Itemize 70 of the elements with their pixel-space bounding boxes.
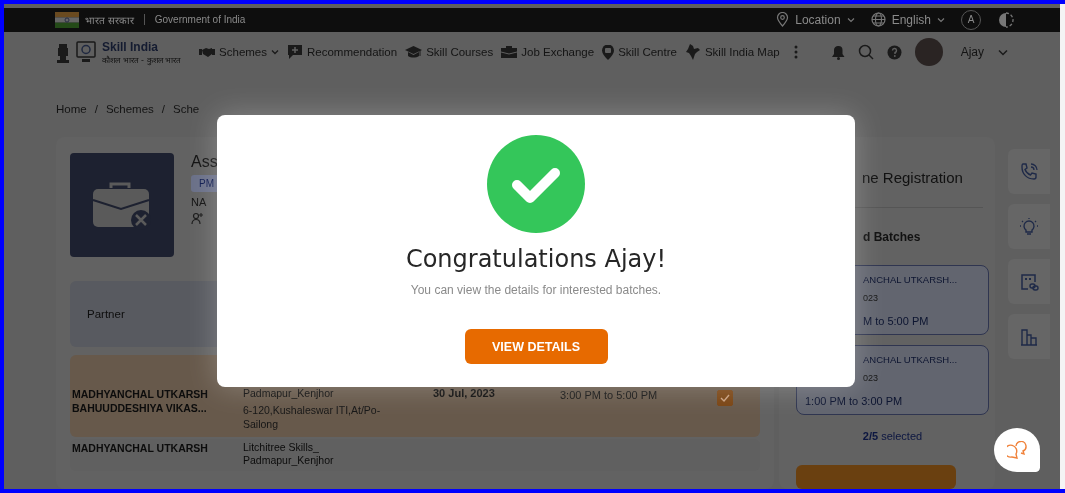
location-pin-icon (776, 12, 790, 28)
scheme-location: NA (191, 196, 207, 208)
language-dropdown[interactable]: English (870, 12, 945, 28)
scheme-title: Ass (191, 153, 218, 171)
location-dropdown[interactable]: Location (776, 12, 855, 28)
chevron-down-icon (846, 16, 855, 23)
search-icon[interactable] (857, 44, 874, 61)
batch-checkbox[interactable] (717, 390, 733, 406)
person-add-icon (191, 212, 204, 225)
computer-logo-icon[interactable] (76, 41, 96, 64)
help-icon[interactable] (886, 44, 902, 60)
batch-date: 023 (863, 293, 880, 303)
batch-time: 1:00 PM to 3:00 PM (805, 395, 904, 407)
more-icon[interactable] (793, 45, 798, 60)
contrast-icon[interactable] (997, 10, 1015, 29)
map-pin-icon (602, 44, 615, 60)
bar-chart-icon[interactable] (1008, 314, 1050, 359)
chat-bubbles-icon (1007, 441, 1027, 459)
centre-name: Litchitree Skills_ Padmapur_Kenjhor (243, 441, 335, 467)
chevron-down-icon (937, 16, 945, 23)
centre-name: Padmapur_Kenjhor (243, 387, 335, 400)
briefcase-icon (501, 45, 518, 60)
chat-button[interactable] (994, 428, 1040, 472)
globe-icon (870, 12, 886, 28)
bell-icon[interactable] (831, 44, 845, 60)
checkmark-icon (720, 394, 730, 402)
nav-link[interactable]: Skill India Map (684, 44, 780, 61)
breadcrumb-link[interactable]: Sche (173, 103, 200, 115)
success-check-icon (487, 135, 585, 233)
breadcrumb-link[interactable]: Home (56, 103, 87, 115)
partner-name: MADHYANCHAL UTKARSH BAHUUDDESHIYA VIKAS... (72, 387, 209, 415)
batches-heading: d Batches (862, 230, 922, 244)
hindi-label: भारत सरकार (85, 13, 134, 27)
chevron-down-icon (998, 48, 1008, 56)
brand-tagline: कौशल भारत - कुशल भारत (102, 54, 182, 65)
chevron-down-icon (271, 49, 279, 56)
batch-time: M to 5:00 PM (863, 315, 930, 327)
nav-link[interactable]: Job Exchange (501, 45, 595, 60)
india-flag-icon (55, 11, 79, 28)
call-icon[interactable] (1008, 149, 1050, 194)
avatar[interactable] (914, 38, 943, 67)
nav-link[interactable]: Skill Courses (405, 45, 494, 60)
brand-name[interactable]: Skill India (102, 39, 182, 54)
breadcrumb-separator: / (94, 103, 98, 115)
panel-title: ne Registration (861, 169, 964, 187)
user-menu[interactable]: Ajay (955, 45, 1008, 60)
government-title: Government of India (154, 14, 246, 26)
view-details-button[interactable]: VIEW DETAILS (464, 329, 608, 364)
batch-partner: ANCHAL UTKARSH... (862, 354, 959, 365)
nav-link[interactable]: Skill Centre (602, 44, 677, 60)
batch-date: 023 (862, 373, 880, 383)
graduation-cap-icon (405, 45, 423, 60)
id-card-link-icon[interactable] (1008, 259, 1050, 304)
india-map-icon (684, 44, 701, 61)
handshake-icon (199, 46, 216, 59)
batch-date: 30 Jul, 2023 (433, 387, 496, 399)
chat-plus-icon (287, 44, 303, 61)
breadcrumb-separator: / (161, 103, 166, 115)
dialog-message: You can view the details for interested batches. (410, 283, 662, 297)
dialog-title: Congratulations Ajay! (405, 245, 667, 273)
batch-partner: ANCHAL UTKARSH... (863, 274, 959, 285)
partner-name: MADHYANCHAL UTKARSH (72, 441, 209, 455)
batch-time: 3:00 PM to 5:00 PM (560, 389, 659, 401)
lightbulb-icon[interactable] (1008, 204, 1050, 249)
centre-address: 6-120,Kushaleswar ITI,At/Po-Sailong (243, 403, 382, 431)
nav-link[interactable]: Recommendation (287, 44, 398, 61)
nav-link[interactable]: Schemes (199, 46, 279, 59)
breadcrumb-link[interactable]: Schemes (105, 103, 154, 115)
selected-count: 2/5 selected (861, 429, 924, 443)
column-header: Partner (87, 308, 125, 320)
